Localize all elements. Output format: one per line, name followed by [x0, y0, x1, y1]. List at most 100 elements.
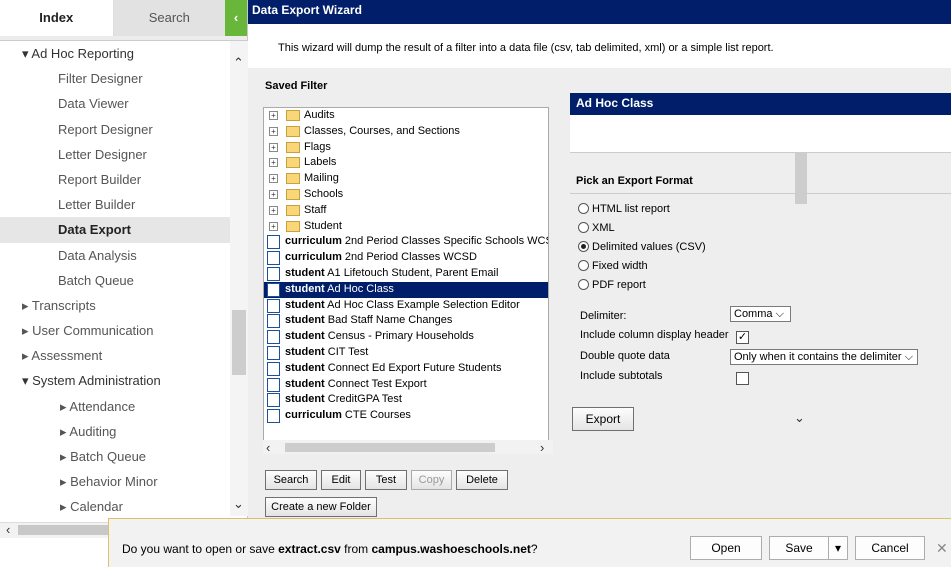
- tree-filter[interactable]: curriculum CTE Courses: [264, 408, 548, 424]
- cancel-button[interactable]: Cancel: [855, 536, 925, 560]
- export-button[interactable]: Export: [572, 407, 634, 431]
- tree-filter[interactable]: student Connect Test Export: [264, 377, 548, 393]
- format-option[interactable]: HTML list report: [578, 202, 670, 216]
- radio-icon[interactable]: [578, 222, 589, 233]
- scroll-left-icon[interactable]: ‹: [6, 522, 10, 537]
- tree-filter[interactable]: student Connect Ed Export Future Student…: [264, 361, 548, 377]
- message-text: ?: [530, 542, 538, 556]
- expand-icon[interactable]: +: [269, 221, 278, 231]
- tree-folder[interactable]: + Classes, Courses, and Sections: [264, 124, 548, 140]
- sidebar-item[interactable]: Report Builder: [0, 167, 230, 192]
- tree-scroll-left-icon[interactable]: ‹: [266, 440, 270, 455]
- sidebar-scroll-thumb[interactable]: [232, 310, 246, 375]
- sidebar-item[interactable]: Data Export: [0, 217, 230, 243]
- sidebar-item[interactable]: ▸ Batch Queue: [0, 444, 230, 469]
- edit-button[interactable]: Edit: [321, 470, 361, 490]
- subtotals-checkbox[interactable]: [736, 372, 749, 385]
- tree-filter[interactable]: student A1 Lifetouch Student, Parent Ema…: [264, 266, 548, 282]
- save-button[interactable]: Save: [769, 536, 829, 560]
- folder-label: Classes, Courses, and Sections: [304, 124, 460, 137]
- quote-select[interactable]: Only when it contains the delimiter ⌵: [730, 349, 918, 365]
- filter-name: 2nd Period Classes Specific Schools WCS: [341, 235, 549, 248]
- tree-filter[interactable]: student CreditGPA Test: [264, 392, 548, 408]
- delete-button[interactable]: Delete: [456, 470, 508, 490]
- sidebar-item[interactable]: ▸ Assessment: [0, 343, 230, 368]
- tree-filter[interactable]: student CIT Test: [264, 345, 548, 361]
- filter-type: curriculum: [285, 409, 342, 422]
- expand-icon[interactable]: +: [269, 111, 278, 120]
- test-button[interactable]: Test: [365, 470, 407, 490]
- format-option[interactable]: PDF report: [578, 278, 646, 292]
- sidebar-item[interactable]: ▸ Auditing: [0, 419, 230, 444]
- tree-hscroll-thumb[interactable]: [285, 443, 495, 452]
- sidebar-item[interactable]: Data Analysis: [0, 243, 230, 268]
- tree-filter[interactable]: student Bad Staff Name Changes: [264, 313, 548, 329]
- wizard-title: Data Export Wizard: [248, 0, 951, 24]
- radio-icon[interactable]: [578, 241, 589, 252]
- sidebar-item[interactable]: Filter Designer: [0, 66, 230, 91]
- header-checkbox[interactable]: ✓: [736, 331, 749, 344]
- sidebar-item[interactable]: ▾ System Administration: [0, 368, 230, 393]
- sidebar-nav: ▾ Ad Hoc Reporting Filter Designer Data Vi…: [0, 41, 230, 516]
- delimiter-select[interactable]: Comma ⌵: [730, 306, 791, 322]
- tree-scroll-right-icon[interactable]: ›: [540, 440, 544, 455]
- host-name: campus.washoeschools.net: [371, 542, 531, 556]
- save-options-button[interactable]: ▾: [828, 536, 848, 560]
- tree-filter[interactable]: student Census - Primary Households: [264, 329, 548, 345]
- sidebar-item[interactable]: ▸ Transcripts: [0, 293, 230, 318]
- tree-scroll-thumb[interactable]: [795, 144, 807, 204]
- sidebar-item[interactable]: Letter Builder: [0, 192, 230, 217]
- message-text: Do you want to open or save: [122, 542, 279, 556]
- tree-filter[interactable]: student Ad Hoc Class: [264, 281, 548, 298]
- sidebar-vertical-scrollbar[interactable]: [230, 41, 248, 516]
- expand-icon[interactable]: +: [269, 142, 278, 152]
- tree-folder[interactable]: + Schools: [264, 187, 548, 203]
- open-button[interactable]: Open: [690, 536, 762, 560]
- expand-icon[interactable]: +: [269, 189, 278, 199]
- tree-folder[interactable]: + Flags: [264, 140, 548, 156]
- radio-icon[interactable]: [578, 260, 589, 271]
- folder-icon: [286, 188, 300, 200]
- format-option[interactable]: XML: [578, 221, 615, 235]
- sidebar-item[interactable]: Report Designer: [0, 117, 230, 142]
- expand-icon[interactable]: +: [269, 205, 278, 215]
- sidebar-item[interactable]: ▾ Ad Hoc Reporting: [0, 41, 230, 66]
- tree-filter[interactable]: curriculum 2nd Period Classes Specific S…: [264, 234, 548, 250]
- tab-index[interactable]: Index: [0, 0, 114, 36]
- tree-folder[interactable]: + Student: [264, 219, 548, 235]
- radio-icon[interactable]: [578, 203, 589, 214]
- format-option[interactable]: Fixed width: [578, 259, 648, 273]
- create-folder-button[interactable]: Create a new Folder: [265, 497, 377, 517]
- folder-icon: [286, 141, 300, 153]
- close-icon[interactable]: ✕: [936, 540, 948, 557]
- sidebar-item[interactable]: Data Viewer: [0, 91, 230, 116]
- sidebar-item[interactable]: ▸ Behavior Minor: [0, 469, 230, 494]
- sidebar-item[interactable]: ▸ Attendance: [0, 394, 230, 419]
- scroll-down-icon[interactable]: ⌄: [233, 496, 244, 512]
- expand-icon[interactable]: +: [269, 126, 278, 136]
- sidebar-item[interactable]: ▸ User Communication: [0, 318, 230, 343]
- expand-icon[interactable]: +: [269, 158, 278, 168]
- filter-icon: [267, 266, 280, 281]
- scroll-up-icon[interactable]: ⌃: [233, 55, 244, 71]
- tree-folder[interactable]: + Staff: [264, 203, 548, 219]
- tree-filter[interactable]: student Ad Hoc Class Example Selection E…: [264, 298, 548, 314]
- tree-folder[interactable]: + Audits: [264, 108, 548, 124]
- collapse-sidebar-button[interactable]: ‹: [225, 0, 247, 36]
- tree-filter[interactable]: curriculum 2nd Period Classes WCSD: [264, 250, 548, 266]
- tree-scroll-down-icon[interactable]: ⌄: [794, 410, 805, 426]
- tab-search[interactable]: Search: [113, 0, 226, 36]
- selected-filter-description: [570, 115, 951, 153]
- sidebar-item[interactable]: ▸ Calendar: [0, 494, 230, 516]
- saved-filter-tree[interactable]: + Audits + Classes, Courses, and Sections + F…: [263, 107, 549, 452]
- format-label: HTML list report: [592, 203, 670, 215]
- tree-folder[interactable]: + Labels: [264, 155, 548, 171]
- sidebar-item[interactable]: Letter Designer: [0, 142, 230, 167]
- sidebar-item[interactable]: Batch Queue: [0, 268, 230, 293]
- format-option[interactable]: Delimited values (CSV): [578, 240, 706, 254]
- download-message: Do you want to open or save extract.csv …: [122, 542, 538, 556]
- expand-icon[interactable]: +: [269, 174, 278, 184]
- search-button[interactable]: Search: [265, 470, 317, 490]
- tree-folder[interactable]: + Mailing: [264, 171, 548, 187]
- radio-icon[interactable]: [578, 279, 589, 290]
